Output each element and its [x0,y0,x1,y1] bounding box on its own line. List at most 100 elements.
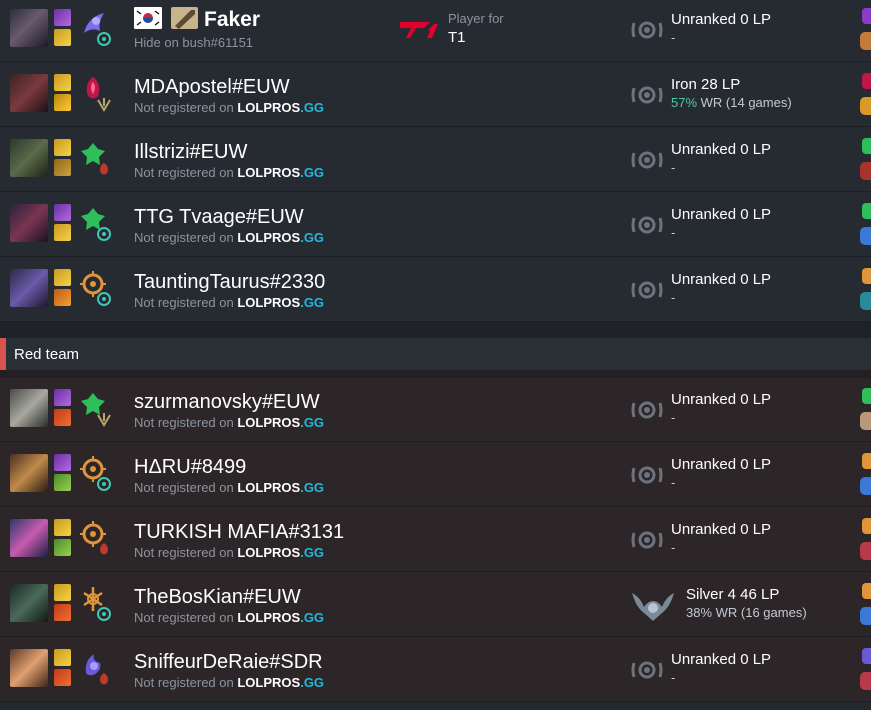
item-icon [860,162,871,180]
item-icon [860,477,871,495]
rank-winrate: - [671,670,676,685]
team-separator [0,322,871,338]
champion-portrait [10,519,48,557]
player-name[interactable]: TauntingTaurus#2330 [134,271,325,293]
winrate-percent: 57% [671,95,698,110]
lolpros-status: Not registered on LOLPROS.GG [134,545,324,560]
player-row[interactable]: TauntingTaurus#2330 Not registered on LO… [0,258,871,322]
unranked-icon [631,216,663,234]
lolpros-link-suffix[interactable]: .GG [300,100,324,115]
lolpros-status: Not registered on LOLPROS.GG [134,415,324,430]
unranked-icon [631,466,663,484]
player-row[interactable]: SniffeurDeRaie#SDR Not registered on LOL… [0,638,871,702]
item-icon [862,388,871,404]
rank-label: Unranked 0 LP [671,271,772,288]
lolpros-link-suffix[interactable]: .GG [300,415,324,430]
ignite-spell-icon [54,94,71,111]
team-name[interactable]: T1 [448,29,466,46]
player-name[interactable]: Faker [204,9,260,31]
lolpros-link[interactable]: LOLPROS [237,415,300,430]
player-name[interactable]: TheBosKian#EUW [134,586,301,608]
player-row[interactable]: TTG Tvaage#EUW Not registered on LOLPROS… [0,193,871,257]
rank-label: Unranked 0 LP [671,456,772,473]
item-icon [862,203,871,219]
rank-label: Iron 28 LP [671,76,741,93]
ignite-spell-icon [54,409,71,426]
summoner-spell-icon [54,389,71,406]
champion-portrait [10,389,48,427]
lolpros-link[interactable]: LOLPROS [237,230,300,245]
not-registered-label: Not registered on [134,165,234,180]
lolpros-link-suffix[interactable]: .GG [300,610,324,625]
lolpros-link-suffix[interactable]: .GG [300,675,324,690]
player-name[interactable]: HΔRU#8499 [134,456,246,478]
item-icon [860,227,871,245]
summoner-spell-icon [54,454,71,471]
player-name[interactable]: MDApostel#EUW [134,76,290,98]
not-registered-label: Not registered on [134,295,234,310]
champion-portrait [10,584,48,622]
lolpros-status: Not registered on LOLPROS.GG [134,100,324,115]
rank-winrate: 57% WR (14 games) [671,95,792,110]
unranked-icon [631,281,663,299]
lolpros-link[interactable]: LOLPROS [237,165,300,180]
player-row[interactable]: Illstrizi#EUW Not registered on LOLPROS.… [0,128,871,192]
player-name[interactable]: Illstrizi#EUW [134,141,247,163]
red-team-label: Red team [14,346,80,363]
champion-portrait [10,9,48,47]
lolpros-link-suffix[interactable]: .GG [300,230,324,245]
rune-secondary-icon [100,673,108,685]
lolpros-link[interactable]: LOLPROS [237,480,300,495]
lolpros-link[interactable]: LOLPROS [237,100,300,115]
player-tag: Hide on bush#61151 [134,35,254,50]
player-row[interactable]: MDApostel#EUW Not registered on LOLPROS.… [0,63,871,127]
player-row[interactable]: HΔRU#8499 Not registered on LOLPROS.GG U… [0,443,871,507]
lolpros-link-suffix[interactable]: .GG [300,545,324,560]
champion-portrait [10,74,48,112]
role-badge-icon [171,7,198,29]
not-registered-label: Not registered on [134,480,234,495]
player-row[interactable]: TheBosKian#EUW Not registered on LOLPROS… [0,573,871,637]
item-icon [862,453,871,469]
lolpros-link-suffix[interactable]: .GG [300,295,324,310]
not-registered-label: Not registered on [134,675,234,690]
unranked-icon [631,86,663,104]
item-icon [860,672,871,690]
ignite-spell-icon [54,669,71,686]
lolpros-status: Not registered on LOLPROS.GG [134,295,324,310]
not-registered-label: Not registered on [134,610,234,625]
item-icon [862,518,871,534]
rank-winrate: - [671,290,676,305]
rank-winrate: - [671,30,676,45]
player-name[interactable]: TTG Tvaage#EUW [134,206,304,228]
lolpros-link[interactable]: LOLPROS [237,545,300,560]
heal-spell-icon [54,474,71,491]
lolpros-link[interactable]: LOLPROS [237,295,300,310]
lolpros-link-suffix[interactable]: .GG [300,480,324,495]
rank-label: Unranked 0 LP [671,651,772,668]
rune-secondary-icon [97,98,111,112]
champion-portrait [10,269,48,307]
lolpros-link[interactable]: LOLPROS [237,610,300,625]
rune-secondary-icon [97,227,111,241]
country-flag-icon [134,7,162,29]
champion-portrait [10,204,48,242]
player-name[interactable]: szurmanovsky#EUW [134,391,320,413]
not-registered-label: Not registered on [134,545,234,560]
player-row-faker[interactable]: Faker Hide on bush#61151 Player for T1 U… [0,0,871,62]
lolpros-status: Not registered on LOLPROS.GG [134,610,324,625]
lolpros-link-suffix[interactable]: .GG [300,165,324,180]
flash-spell-icon [54,224,71,241]
unranked-icon [631,661,663,679]
lolpros-link[interactable]: LOLPROS [237,675,300,690]
player-row[interactable]: TURKISH MAFIA#3131 Not registered on LOL… [0,508,871,572]
player-row[interactable]: szurmanovsky#EUW Not registered on LOLPR… [0,378,871,442]
not-registered-label: Not registered on [134,230,234,245]
item-icon [862,138,871,154]
player-name[interactable]: SniffeurDeRaie#SDR [134,651,323,673]
rune-secondary-icon [100,163,108,175]
champion-portrait [10,139,48,177]
player-name[interactable]: TURKISH MAFIA#3131 [134,521,344,543]
rune-secondary-icon [97,413,111,427]
heal-spell-icon [54,539,71,556]
